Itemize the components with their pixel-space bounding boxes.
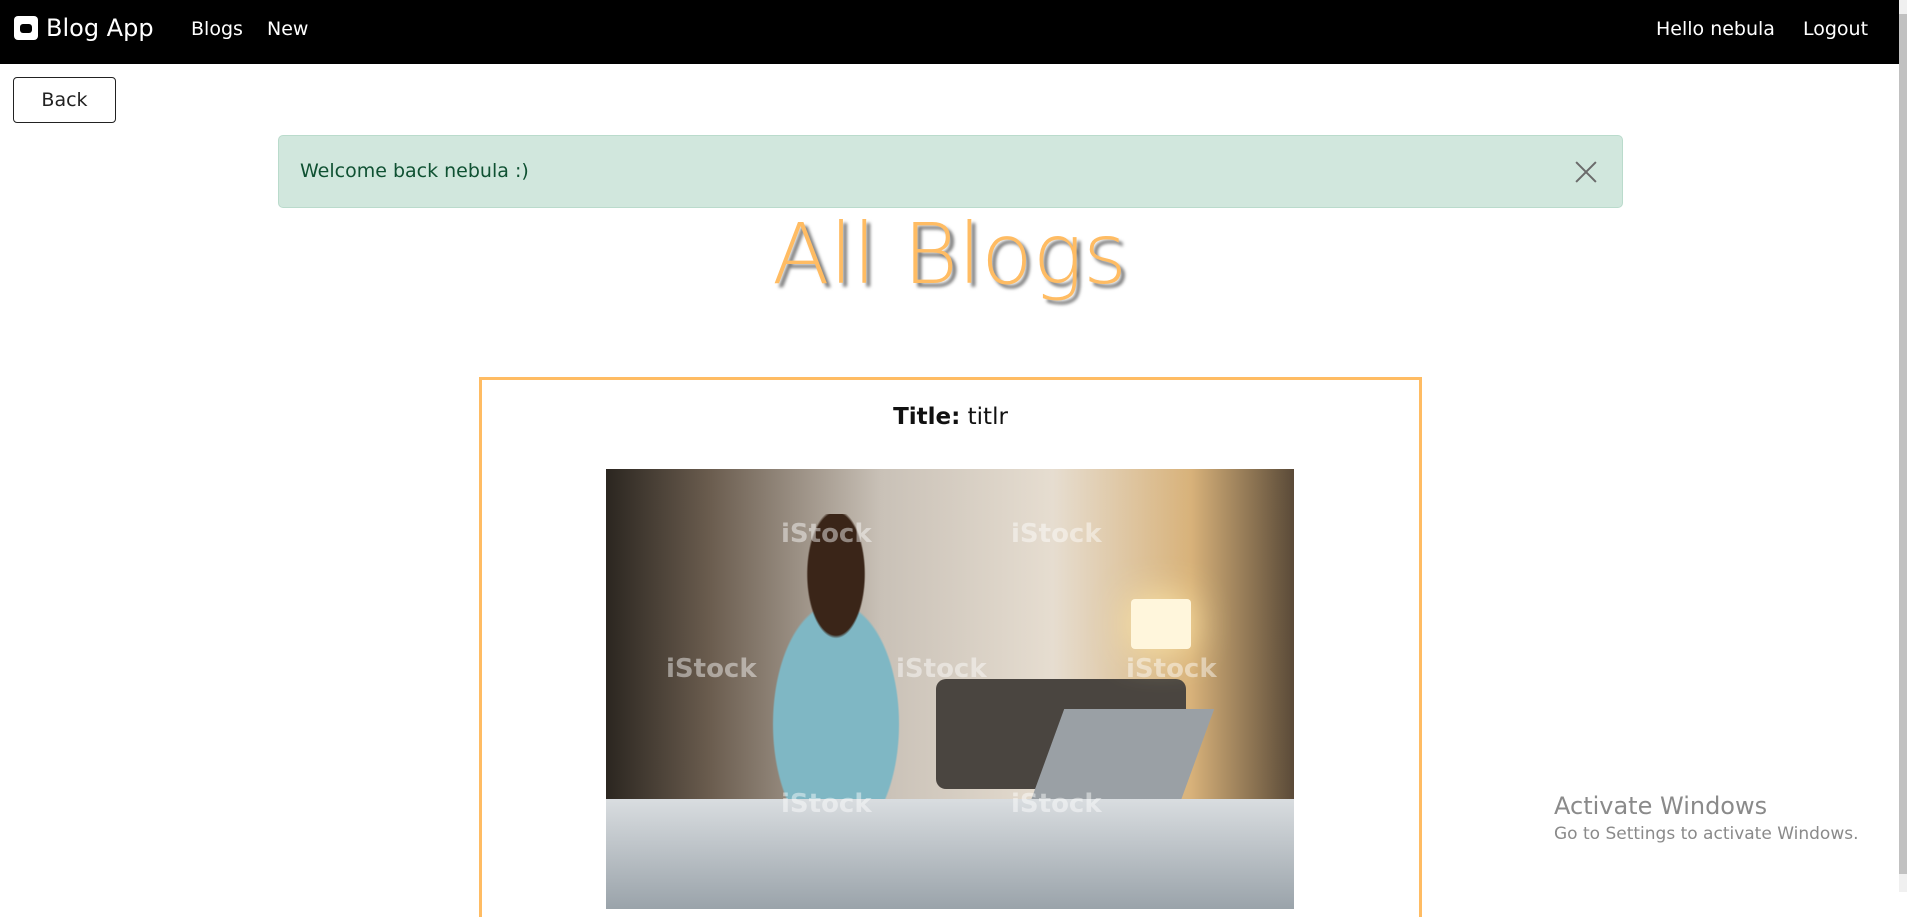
navbar: Blog App Blogs New Hello nebula Logout xyxy=(0,0,1899,64)
alert-message: Welcome back nebula :) xyxy=(300,160,529,182)
watermark: iStock xyxy=(896,654,987,684)
close-icon[interactable] xyxy=(1572,158,1600,186)
back-button[interactable]: Back xyxy=(13,77,116,123)
welcome-alert: Welcome back nebula :) xyxy=(278,135,1623,208)
user-greeting: Hello nebula xyxy=(1656,18,1775,40)
brand-link[interactable]: Blog App xyxy=(14,14,154,42)
windows-activation-watermark: Activate Windows Go to Settings to activ… xyxy=(1554,792,1859,844)
watermark: iStock xyxy=(666,654,757,684)
nav-blogs[interactable]: Blogs xyxy=(191,18,243,40)
brand-name: Blog App xyxy=(46,14,154,42)
watermark: iStock xyxy=(1126,654,1217,684)
page-title: All Blogs xyxy=(772,205,1127,303)
watermark: iStock xyxy=(781,519,872,549)
blog-card: Title: titlr iStock iStock iStock iStock… xyxy=(479,377,1422,917)
blog-title: Title: titlr xyxy=(482,404,1419,430)
nav-new[interactable]: New xyxy=(267,18,308,40)
watermark: iStock xyxy=(1011,789,1102,819)
title-label: Title: xyxy=(893,404,961,430)
watermark: iStock xyxy=(781,789,872,819)
watermark: iStock xyxy=(1011,519,1102,549)
scrollbar-thumb[interactable] xyxy=(1899,14,1907,874)
logout-link[interactable]: Logout xyxy=(1803,18,1868,40)
activate-subtitle: Go to Settings to activate Windows. xyxy=(1554,824,1859,844)
scrollbar[interactable] xyxy=(1899,0,1907,892)
blog-image: iStock iStock iStock iStock iStock iStoc… xyxy=(606,469,1294,909)
title-value: titlr xyxy=(967,404,1008,430)
activate-title: Activate Windows xyxy=(1554,792,1768,820)
blogger-icon xyxy=(14,16,38,40)
